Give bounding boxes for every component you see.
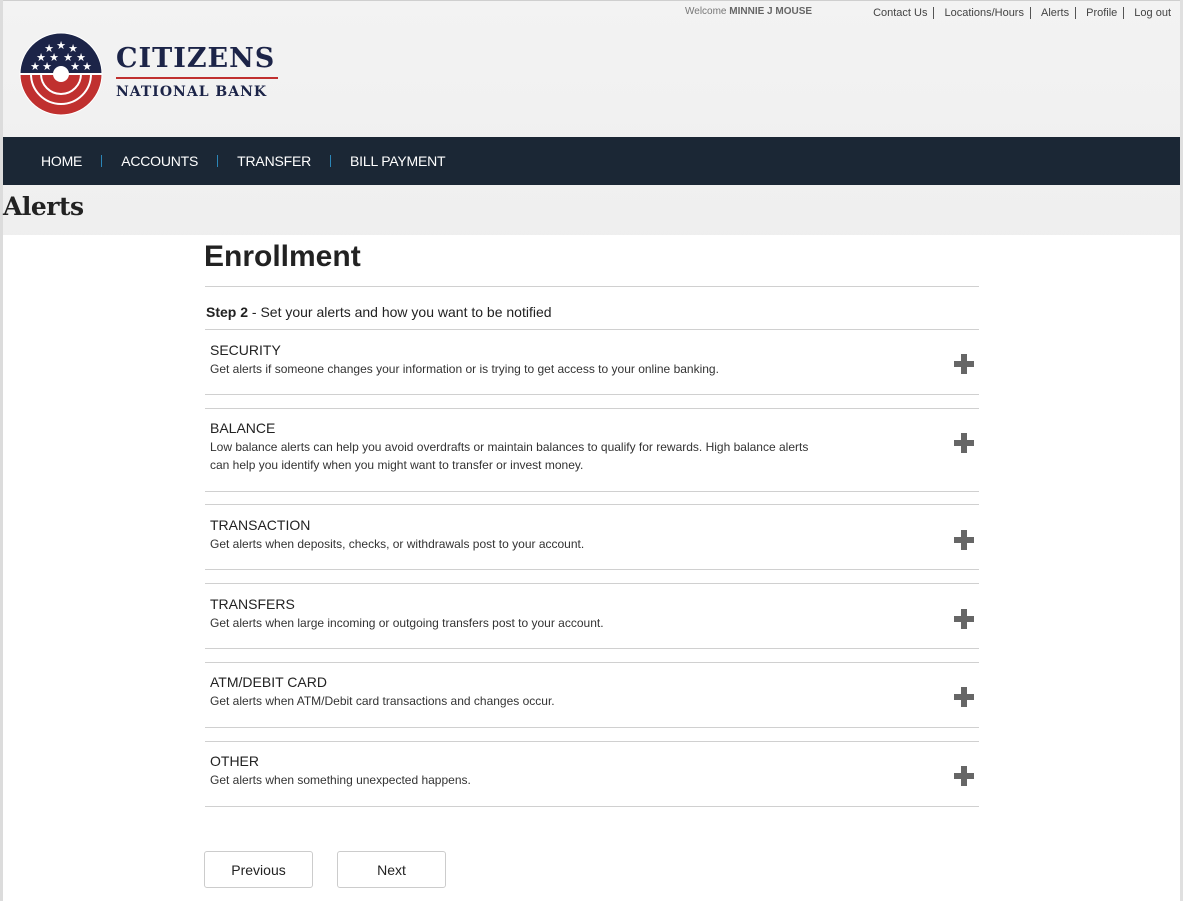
plus-icon[interactable]: [954, 530, 974, 550]
previous-button[interactable]: Previous: [204, 851, 313, 888]
window-top-border: [0, 0, 1183, 1]
logo-title: CITIZENS: [116, 43, 276, 74]
alerts-link[interactable]: Alerts: [1041, 7, 1069, 19]
section-description: Low balance alerts can help you avoid ov…: [210, 440, 809, 472]
nav-divider: [101, 155, 103, 167]
step-instructions: Step 2 - Set your alerts and how you wan…: [206, 304, 552, 320]
nav-accounts[interactable]: ACCOUNTS: [121, 153, 198, 169]
plus-icon[interactable]: [954, 354, 974, 374]
alert-section-atm-debit-card[interactable]: ATM/DEBIT CARD Get alerts when ATM/Debit…: [205, 662, 979, 728]
section-title: TRANSACTION: [210, 517, 311, 533]
contact-us-link[interactable]: Contact Us: [873, 7, 927, 19]
page-title: Alerts: [3, 192, 84, 221]
profile-link[interactable]: Profile: [1086, 7, 1117, 19]
section-description: Get alerts if someone changes your infor…: [210, 362, 719, 376]
divider: [1075, 7, 1077, 19]
bank-logo[interactable]: ★ ★ ★ ★ ★ ★ ★ ★ ★ ★ ★ CITIZENS NATIONAL BANK: [19, 32, 278, 116]
alert-section-other[interactable]: OTHER Get alerts when something unexpect…: [205, 741, 979, 807]
section-title: OTHER: [210, 753, 259, 769]
main-nav: HOME ACCOUNTS TRANSFER BILL PAYMENT: [3, 137, 1180, 185]
svg-text:★: ★: [30, 60, 40, 73]
alert-section-transaction[interactable]: TRANSACTION Get alerts when deposits, ch…: [205, 504, 979, 570]
nav-transfer[interactable]: TRANSFER: [237, 153, 311, 169]
section-description: Get alerts when something unexpected hap…: [210, 773, 471, 787]
svg-text:★: ★: [42, 60, 52, 73]
user-name: MINNIE J MOUSE: [729, 6, 813, 17]
divider: [1029, 7, 1031, 19]
nav-bill-payment[interactable]: BILL PAYMENT: [350, 153, 446, 169]
plus-icon[interactable]: [954, 687, 974, 707]
plus-icon[interactable]: [954, 609, 974, 629]
plus-icon[interactable]: [954, 433, 974, 453]
section-description: Get alerts when large incoming or outgoi…: [210, 616, 604, 630]
divider: [933, 7, 935, 19]
main-content: Enrollment Step 2 - Set your alerts and …: [3, 235, 1180, 901]
enrollment-heading: Enrollment: [204, 240, 361, 273]
step-label: Step 2: [206, 304, 249, 320]
section-description: Get alerts when ATM/Debit card transacti…: [210, 694, 555, 708]
section-title: BALANCE: [210, 420, 276, 436]
divider: [205, 286, 979, 287]
logo-subtitle: NATIONAL BANK: [116, 84, 268, 100]
svg-text:★: ★: [82, 60, 92, 73]
alert-section-security[interactable]: SECURITY Get alerts if someone changes y…: [205, 329, 979, 395]
next-button[interactable]: Next: [337, 851, 446, 888]
nav-divider: [217, 155, 219, 167]
welcome-prefix: Welcome: [685, 6, 727, 17]
logout-link[interactable]: Log out: [1134, 7, 1171, 19]
logo-emblem-icon: ★ ★ ★ ★ ★ ★ ★ ★ ★ ★ ★: [19, 32, 103, 116]
locations-hours-link[interactable]: Locations/Hours: [944, 7, 1024, 19]
alert-section-balance[interactable]: BALANCE Low balance alerts can help you …: [205, 408, 979, 492]
section-description: Get alerts when deposits, checks, or wit…: [210, 537, 585, 551]
section-title: SECURITY: [210, 342, 281, 358]
svg-text:★: ★: [70, 60, 80, 73]
section-title: TRANSFERS: [210, 596, 295, 612]
plus-icon[interactable]: [954, 766, 974, 786]
step-text: - Set your alerts and how you want to be…: [248, 304, 552, 320]
alert-section-transfers[interactable]: TRANSFERS Get alerts when large incoming…: [205, 583, 979, 649]
section-title: ATM/DEBIT CARD: [210, 674, 327, 690]
utility-links: Contact Us Locations/Hours Alerts Profil…: [873, 7, 1171, 19]
nav-divider: [330, 155, 332, 167]
logo-divider: [116, 77, 278, 79]
welcome-message: Welcome MINNIE J MOUSE: [685, 6, 812, 17]
nav-home[interactable]: HOME: [41, 153, 82, 169]
divider: [1123, 7, 1125, 19]
